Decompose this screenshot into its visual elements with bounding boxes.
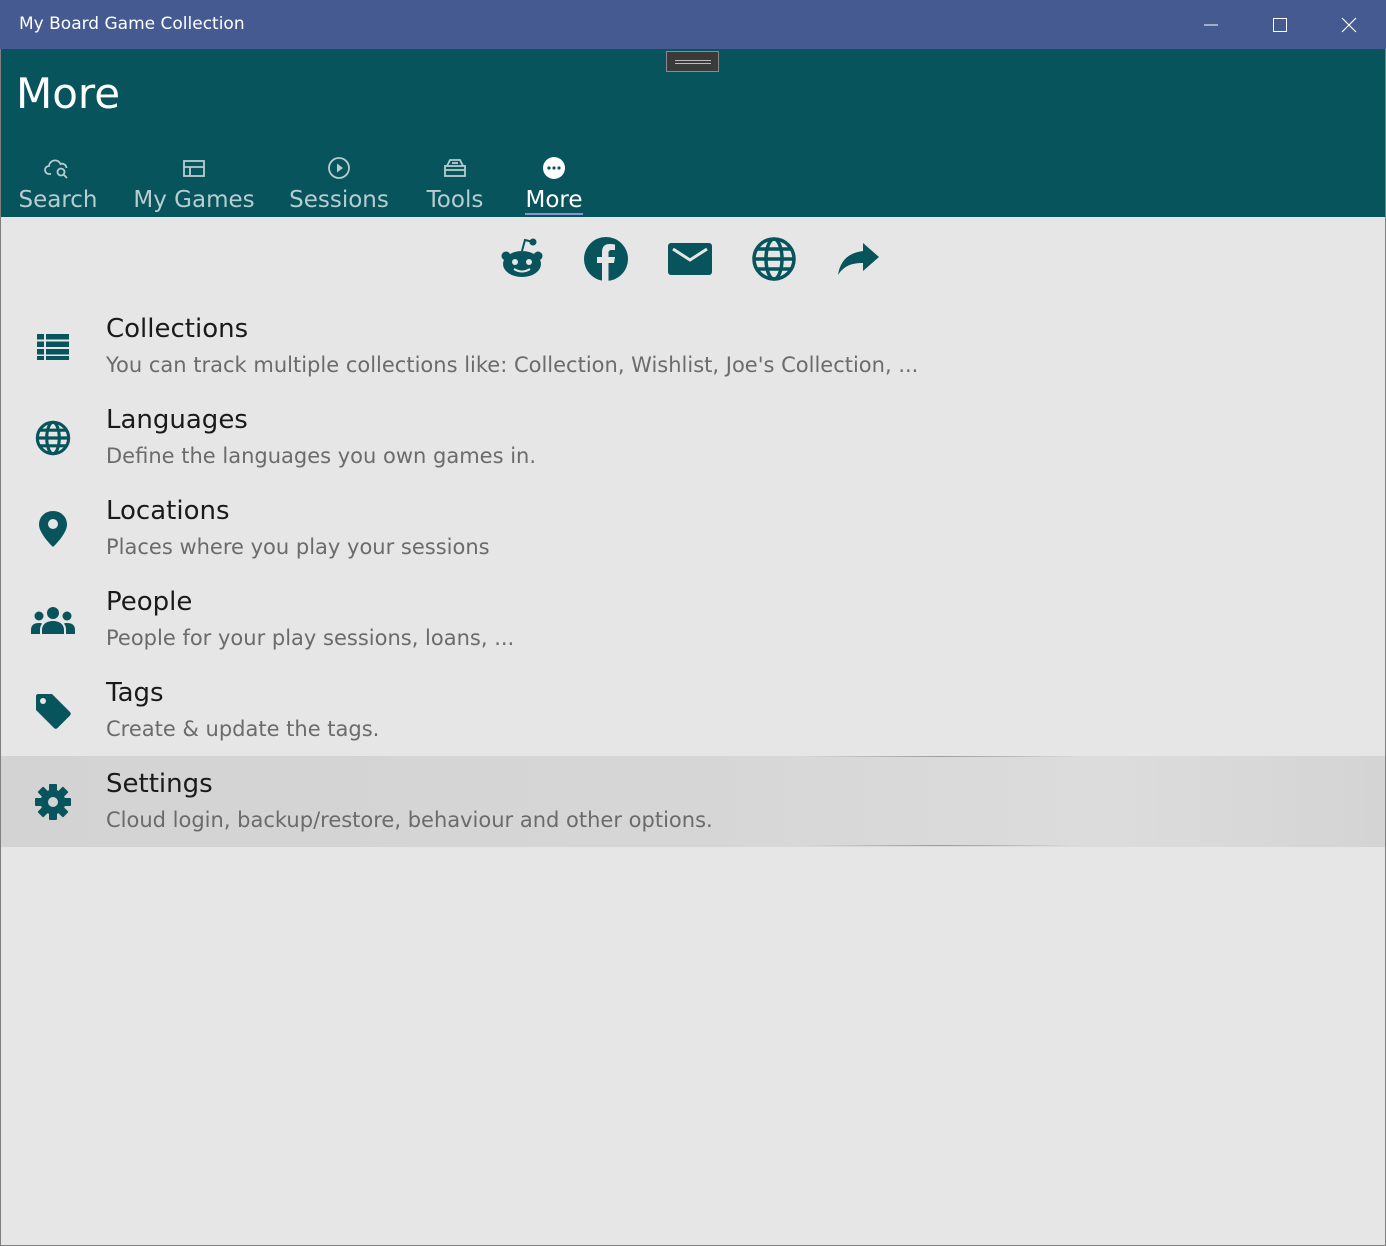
menu-item-languages[interactable]: Languages Define the languages you own g… [1, 392, 1385, 483]
facebook-icon [584, 237, 628, 281]
share-icon [838, 243, 879, 275]
website-button[interactable] [749, 234, 799, 284]
close-icon [1341, 17, 1357, 32]
email-icon [668, 243, 712, 275]
title-bar: My Board Game Collection [0, 0, 1386, 49]
tab-my-games[interactable]: My Games [133, 155, 255, 217]
menu-item-description: Create & update the tags. [106, 717, 380, 741]
minimize-icon [1204, 24, 1218, 25]
menu-item-tags[interactable]: Tags Create & update the tags. [1, 665, 1385, 756]
tag-icon [29, 689, 77, 733]
toolbox-icon [443, 155, 467, 181]
menu-item-title: Collections [106, 314, 249, 344]
play-circle-icon [327, 155, 351, 181]
menu-item-locations[interactable]: Locations Places where you play your ses… [1, 483, 1385, 574]
menu-item-description: Define the languages you own games in. [106, 444, 537, 468]
menu-item-title: Locations [106, 496, 230, 526]
globe-icon [752, 237, 796, 281]
menu-item-description: You can track multiple collections like:… [106, 353, 919, 377]
tab-more-label: More [525, 187, 583, 215]
menu-item-people[interactable]: People People for your play sessions, lo… [1, 574, 1385, 665]
menu-item-settings[interactable]: Settings Cloud login, backup/restore, be… [1, 756, 1385, 847]
menu-item-collections[interactable]: Collections You can track multiple colle… [1, 301, 1385, 392]
selection-highlight-top [801, 756, 1081, 757]
page-title: More [16, 69, 121, 118]
share-button[interactable] [833, 234, 883, 284]
location-pin-icon [29, 507, 77, 551]
menu-item-title: Settings [106, 769, 213, 799]
tab-search-label: Search [18, 187, 98, 213]
maximize-button[interactable] [1246, 0, 1314, 49]
tab-more[interactable]: More [522, 155, 586, 217]
cloud-search-icon [44, 155, 72, 181]
tab-tools-label: Tools [426, 187, 484, 213]
table-layout-icon [182, 155, 206, 181]
app-header: More Search My Games Sessions Tools More [0, 49, 1386, 217]
people-icon [29, 598, 77, 642]
reddit-button[interactable] [497, 234, 547, 284]
selection-highlight-bottom [801, 845, 1081, 846]
globe-icon [29, 416, 77, 460]
menu-item-description: People for your play sessions, loans, ..… [106, 626, 515, 650]
maximize-icon [1273, 17, 1287, 32]
reddit-icon [501, 238, 543, 277]
menu-item-description: Cloud login, backup/restore, behaviour a… [106, 808, 713, 832]
minimize-button[interactable] [1177, 0, 1245, 49]
tab-sessions[interactable]: Sessions [289, 155, 389, 217]
menu-item-title: Languages [106, 405, 248, 435]
facebook-button[interactable] [581, 234, 631, 284]
gear-icon [29, 780, 77, 824]
menu-item-title: People [106, 587, 193, 617]
tab-my-games-label: My Games [133, 187, 255, 213]
email-button[interactable] [665, 234, 715, 284]
more-dots-icon [542, 155, 566, 181]
tab-sessions-label: Sessions [289, 187, 389, 213]
list-icon [29, 325, 77, 369]
menu-item-title: Tags [106, 678, 164, 708]
app-title: My Board Game Collection [19, 14, 245, 34]
menu-item-description: Places where you play your sessions [106, 535, 490, 559]
tab-search[interactable]: Search [18, 155, 98, 217]
drag-handle[interactable] [666, 51, 719, 72]
close-button[interactable] [1315, 0, 1383, 49]
tab-tools[interactable]: Tools [424, 155, 486, 217]
